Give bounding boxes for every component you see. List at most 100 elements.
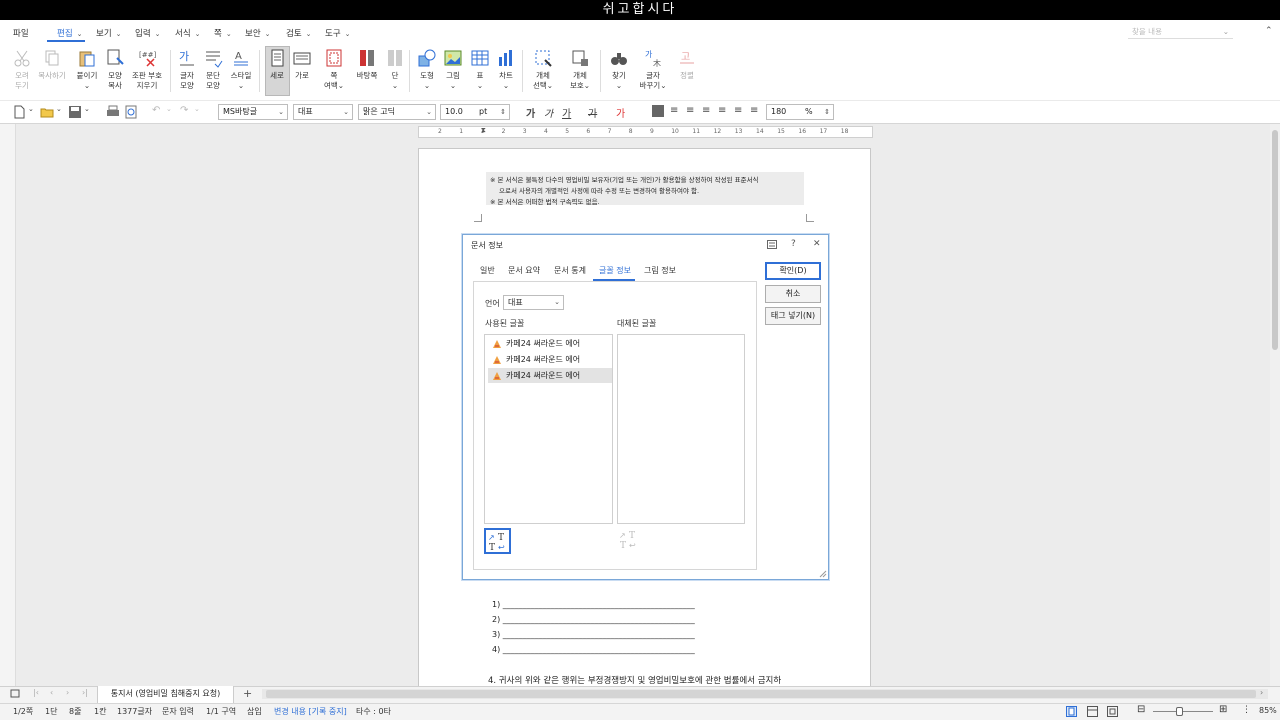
status-item[interactable]: 1377글자 [117, 706, 152, 717]
prev-tab-icon[interactable]: ‹ [50, 688, 53, 697]
print-preview-icon[interactable] [124, 105, 138, 119]
bold-icon[interactable]: 가 [526, 105, 535, 120]
ribbon-button-page-margin[interactable]: 쪽 여백⌄ [317, 48, 351, 91]
ribbon-button-binoculars[interactable]: 찾기 ⌄ [602, 48, 636, 91]
chevron-down-icon[interactable]: ⌄ [278, 105, 284, 119]
font-swap-button[interactable]: ↗ T T ↩ [484, 528, 511, 554]
status-item[interactable]: 1/1 구역 [206, 706, 236, 717]
align-distribute-icon[interactable]: ≡ [734, 105, 742, 116]
ribbon-button-clear-codes[interactable]: [##] 조판 부호 지우기 [130, 48, 164, 91]
next-tab-icon[interactable]: › [66, 688, 69, 697]
ribbon-button-scissors[interactable]: 오려 두기 [5, 48, 39, 91]
resize-grip-icon[interactable] [819, 570, 827, 578]
ribbon-button-object-select[interactable]: 개체 선택⌄ [526, 48, 560, 91]
chevron-down-icon[interactable]: ⌄ [194, 105, 200, 113]
print-icon[interactable] [106, 105, 120, 119]
zoom-in-icon[interactable]: ⊞ [1219, 704, 1227, 715]
last-tab-icon[interactable]: ›| [82, 688, 88, 697]
substituted-fonts-list[interactable] [617, 334, 745, 524]
view-web-icon[interactable] [1087, 706, 1098, 717]
font-size-field[interactable]: 10.0 pt ⇕ [440, 104, 510, 120]
chevron-down-icon[interactable]: ⌄ [56, 105, 62, 113]
indent-marker-icon[interactable]: ⧗ [481, 126, 486, 135]
align-left-icon[interactable]: ≡ [686, 105, 694, 116]
status-item[interactable]: 타수 : 0타 [356, 706, 391, 717]
menu-item[interactable]: 편집 ⌄ [57, 27, 83, 39]
language-combo[interactable]: 대표 ⌄ [293, 104, 353, 120]
status-item[interactable]: 1/2쪽 [13, 706, 33, 717]
dialog-tab[interactable]: 그림 정보 [644, 265, 676, 276]
dialog-tab[interactable]: 글꼴 정보 [599, 265, 631, 276]
ribbon-button-copy[interactable]: 복사하기 [35, 48, 69, 81]
menu-item[interactable]: 입력 ⌄ [135, 27, 161, 39]
chevron-down-icon[interactable]: ⌄ [554, 296, 560, 309]
align-justify-icon[interactable]: ≡ [670, 105, 678, 116]
chevron-down-icon[interactable]: ⌄ [166, 105, 172, 113]
spacing-stepper-icon[interactable]: ⇕ [824, 105, 830, 119]
language-select[interactable]: 대표 ⌄ [503, 295, 564, 310]
redo-icon[interactable]: ↷ [180, 105, 188, 116]
font-color-icon[interactable]: 가 [616, 105, 625, 120]
ribbon-button-chart[interactable]: 차트 ⌄ [489, 48, 523, 91]
font-list-item[interactable]: 카페24 써라운드 에어 [488, 368, 612, 383]
highlight-color-icon[interactable] [652, 105, 664, 117]
align-divide-icon[interactable]: ≡ [750, 105, 758, 116]
ribbon-button-char-convert[interactable]: 가 木 글자 바꾸기⌄ [636, 48, 670, 91]
font-swap-button-disabled[interactable]: ↗ T T ↩ [617, 528, 644, 554]
close-icon[interactable]: ✕ [813, 239, 821, 249]
chevron-down-icon[interactable]: ⌄ [28, 105, 34, 113]
chevron-down-icon[interactable]: ⌄ [84, 105, 90, 113]
ribbon-button-object-protect[interactable]: 개체 보호⌄ [563, 48, 597, 91]
font-list-item[interactable]: 카페24 써라운드 에어 [488, 352, 612, 367]
document-tab[interactable]: 통지서 (영업비밀 침해중지 요청) [97, 686, 234, 703]
status-item[interactable]: 삽입 [247, 706, 262, 717]
ribbon-button-format-painter[interactable]: 모양 복사 [98, 48, 132, 91]
align-center-icon[interactable]: ≡ [702, 105, 710, 116]
menu-item[interactable]: 쪽 ⌄ [214, 27, 232, 39]
zoom-menu-icon[interactable]: ⋮ [1242, 705, 1251, 715]
dialog-info-icon[interactable] [767, 240, 777, 249]
menu-item[interactable]: 파일 [13, 27, 29, 39]
scroll-right-icon[interactable]: › [1260, 688, 1263, 697]
dialog-tab[interactable]: 문서 요약 [508, 265, 540, 276]
style-combo[interactable]: MS바탕글 ⌄ [218, 104, 288, 120]
ribbon-button-columns[interactable]: 단 ⌄ [378, 48, 412, 91]
undo-icon[interactable]: ↶ [152, 105, 160, 116]
dialog-tab[interactable]: 일반 [480, 265, 495, 276]
ribbon-collapse-icon[interactable]: ⌃ [1265, 26, 1273, 36]
menu-item[interactable]: 서식 ⌄ [175, 27, 201, 39]
strikethrough-icon[interactable]: 가 [588, 105, 597, 120]
menu-item[interactable]: 보기 ⌄ [96, 27, 122, 39]
size-stepper-icon[interactable]: ⇕ [500, 105, 506, 119]
font-list-item[interactable]: 카페24 써라운드 에어 [488, 336, 612, 351]
first-tab-icon[interactable]: |‹ [33, 688, 39, 697]
help-search-input[interactable]: 찾을 내용 ⌄ [1128, 25, 1233, 39]
align-right-icon[interactable]: ≡ [718, 105, 726, 116]
status-item[interactable]: 8줄 [69, 706, 81, 717]
chevron-down-icon[interactable]: ⌄ [343, 105, 349, 119]
help-icon[interactable]: ? [791, 239, 796, 249]
save-icon[interactable] [68, 105, 82, 119]
ribbon-button-sort[interactable]: 고 정렬 [670, 48, 704, 81]
status-item[interactable]: 1단 [45, 706, 57, 717]
font-combo[interactable]: 맑은 고딕 ⌄ [358, 104, 436, 120]
dialog-tab[interactable]: 문서 통계 [554, 265, 586, 276]
cancel-button[interactable]: 취소 [765, 285, 821, 303]
insert-tag-button[interactable]: 태그 넣기(N) [765, 307, 821, 325]
zoom-slider-track[interactable] [1153, 711, 1213, 712]
underline-icon[interactable]: 가 [562, 105, 571, 120]
add-tab-icon[interactable]: + [243, 687, 252, 700]
ribbon-button-style[interactable]: A 스타일 ⌄ [224, 48, 258, 91]
status-item[interactable]: 문자 입력 [162, 706, 194, 717]
view-page-icon[interactable] [1107, 706, 1118, 717]
chevron-down-icon[interactable]: ⌄ [1223, 25, 1229, 39]
zoom-out-icon[interactable]: ⊟ [1137, 704, 1145, 715]
open-folder-icon[interactable] [40, 105, 54, 119]
ribbon-button-landscape[interactable]: 가로 [285, 48, 319, 81]
memo-icon[interactable] [10, 689, 20, 699]
menu-item[interactable]: 도구 ⌄ [325, 27, 351, 39]
italic-icon[interactable]: 가 [544, 105, 553, 120]
menu-item[interactable]: 검토 ⌄ [286, 27, 312, 39]
horizontal-scrollbar-thumb[interactable] [266, 690, 1256, 698]
status-item[interactable]: 변경 내용 [기록 중지] [274, 706, 347, 717]
